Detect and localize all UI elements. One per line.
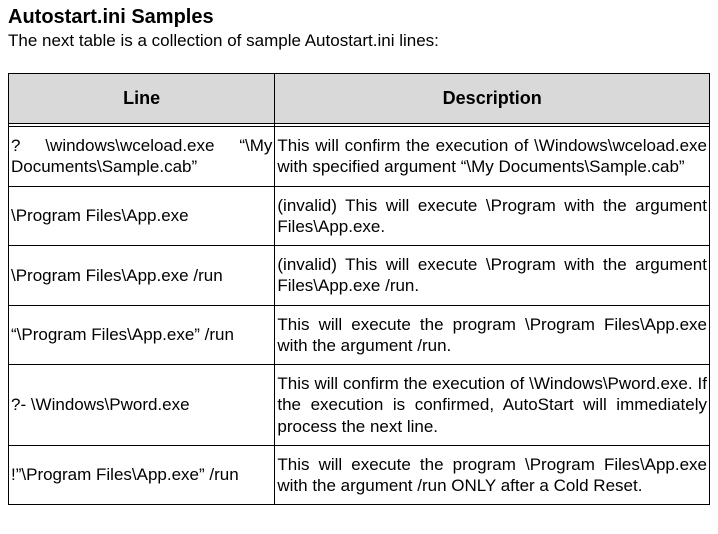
cell-description: (invalid) This will execute \Program wit…	[275, 246, 710, 306]
table-row: \Program Files\App.exe (invalid) This wi…	[9, 186, 710, 246]
samples-table: Line Description ? \windows\wceload.exe …	[8, 73, 710, 505]
cell-line: \Program Files\App.exe	[9, 186, 275, 246]
cell-line: ? \windows\wceload.exe “\My Documents\Sa…	[9, 127, 275, 187]
table-row: \Program Files\App.exe /run (invalid) Th…	[9, 246, 710, 306]
cell-line: “\Program Files\App.exe” /run	[9, 305, 275, 365]
page-subtitle: The next table is a collection of sample…	[8, 31, 710, 51]
cell-line: \Program Files\App.exe /run	[9, 246, 275, 306]
table-row: ? \windows\wceload.exe “\My Documents\Sa…	[9, 127, 710, 187]
cell-description: This will confirm the execution of \Wind…	[275, 365, 710, 446]
table-row: “\Program Files\App.exe” /run This will …	[9, 305, 710, 365]
cell-description: (invalid) This will execute \Program wit…	[275, 186, 710, 246]
cell-line: !”\Program Files\App.exe” /run	[9, 445, 275, 505]
table-row: !”\Program Files\App.exe” /run This will…	[9, 445, 710, 505]
table-row: ?- \Windows\Pword.exe This will confirm …	[9, 365, 710, 446]
header-description: Description	[275, 74, 710, 124]
cell-line: ?- \Windows\Pword.exe	[9, 365, 275, 446]
cell-description: This will confirm the execution of \Wind…	[275, 127, 710, 187]
header-line: Line	[9, 74, 275, 124]
cell-description: This will execute the program \Program F…	[275, 305, 710, 365]
page-title: Autostart.ini Samples	[8, 6, 710, 29]
cell-description: This will execute the program \Program F…	[275, 445, 710, 505]
table-header-row: Line Description	[9, 74, 710, 124]
